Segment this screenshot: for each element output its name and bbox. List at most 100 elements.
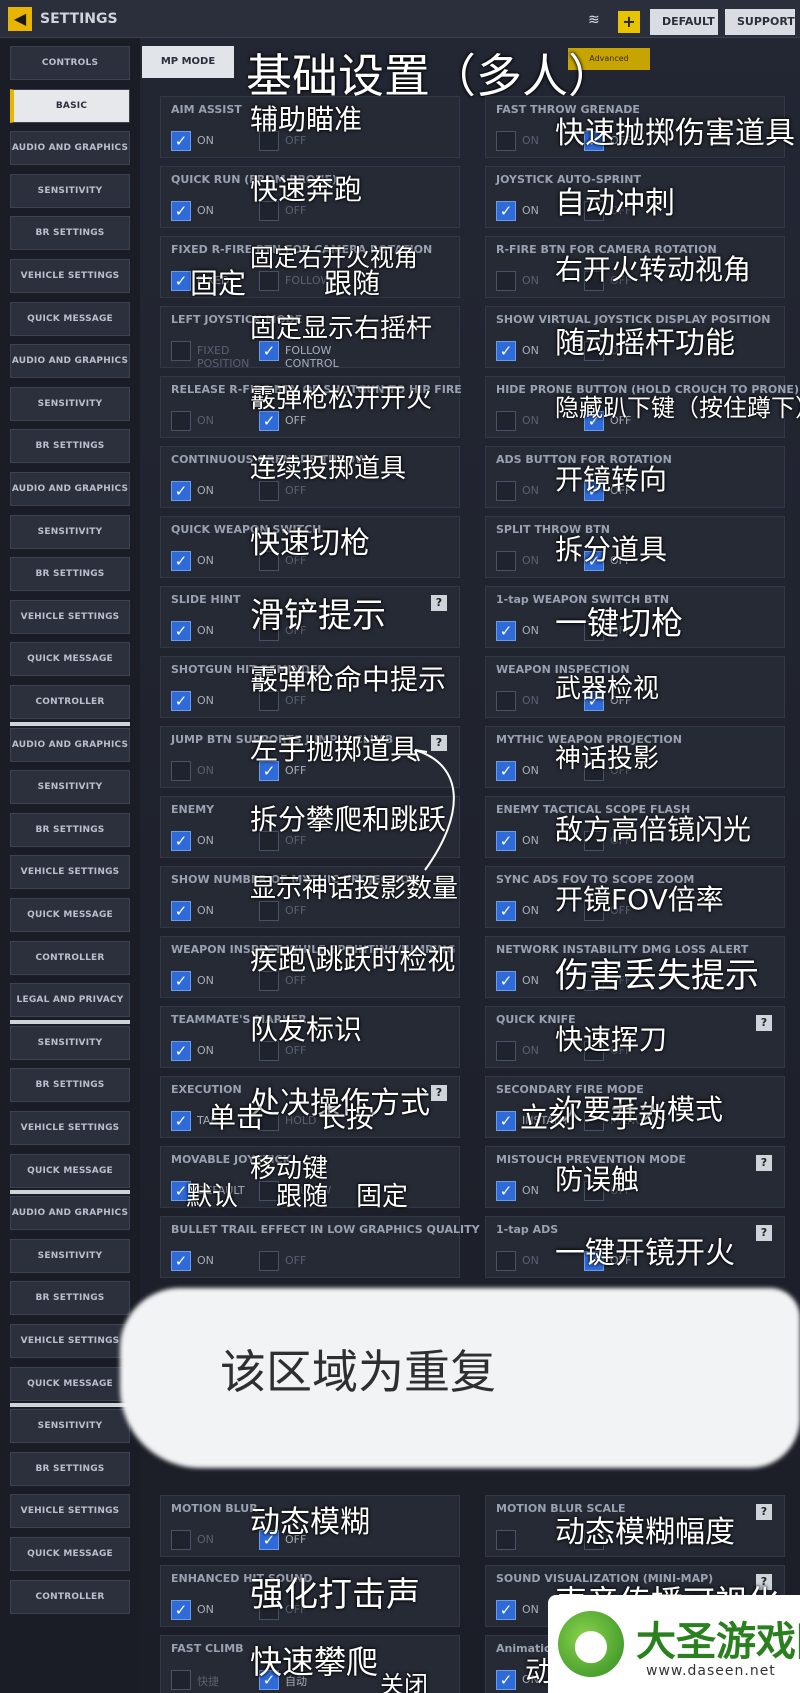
sidebar-item[interactable]: BR SETTINGS [10,1281,130,1316]
sidebar-item[interactable]: BR SETTINGS [10,812,130,847]
checkbox[interactable] [496,131,516,151]
sidebar-item[interactable]: QUICK MESSAGE [10,1366,130,1401]
sidebar-item[interactable]: AUDIO AND GRAPHICS [10,131,130,166]
help-icon[interactable]: ? [431,595,447,611]
checkbox[interactable]: ✓ [171,481,191,501]
sidebar-item[interactable]: QUICK MESSAGE [10,898,130,932]
checkbox[interactable]: ✓ [496,341,516,361]
sidebar-item[interactable]: SENSITIVITY [10,1409,130,1444]
checkbox[interactable] [496,1251,516,1271]
sidebar-item[interactable]: AUDIO AND GRAPHICS [10,1196,130,1231]
sidebar-item[interactable]: BR SETTINGS [10,1068,130,1103]
sidebar-item[interactable]: LEGAL AND PRIVACY [10,983,130,1018]
checkbox[interactable] [259,1251,279,1271]
checkbox[interactable] [496,691,516,711]
checkbox[interactable]: ✓ [171,201,191,221]
default-button[interactable]: DEFAULT [650,9,718,35]
checkbox[interactable] [496,1041,516,1061]
sidebar-item[interactable]: QUICK MESSAGE [10,1153,130,1188]
setting-title: FAST CLIMB [171,1642,244,1655]
checkbox[interactable] [171,341,191,361]
sidebar-item[interactable]: SENSITIVITY [10,173,130,208]
checkbox[interactable]: ✓ [171,971,191,991]
checkbox[interactable]: ✓ [171,271,191,291]
sidebar-item[interactable]: BR SETTINGS [10,216,130,251]
option-label: ON [522,414,539,427]
checkbox[interactable]: ✓ [171,1111,191,1131]
checkbox[interactable]: ✓ [496,831,516,851]
sidebar-item[interactable]: BR SETTINGS [10,429,130,464]
sidebar-item[interactable]: VEHICLE SETTINGS [10,855,130,890]
option-annotation: 立刻 [520,1101,577,1134]
checkbox[interactable] [171,761,191,781]
checkbox[interactable]: ✓ [496,1670,516,1690]
sidebar-item[interactable]: VEHICLE SETTINGS [10,1494,130,1529]
sidebar-item[interactable]: VEHICLE SETTINGS [10,259,130,293]
checkbox[interactable] [496,1530,516,1550]
checkbox[interactable] [496,551,516,571]
option-label: ON [522,764,539,777]
sidebar-item[interactable]: SENSITIVITY [10,1025,130,1060]
checkbox[interactable] [496,271,516,291]
option-annotation: 长按 [318,1101,375,1134]
checkbox[interactable]: ✓ [171,551,191,571]
checkbox[interactable]: ✓ [171,1251,191,1271]
checkbox[interactable]: ✓ [496,971,516,991]
help-icon[interactable]: ? [431,1085,447,1101]
sidebar-item[interactable]: VEHICLE SETTINGS [10,1324,130,1358]
option-second[interactable]: OFF [259,1249,359,1273]
sidebar-item[interactable]: BR SETTINGS [10,557,130,592]
sidebar-item[interactable]: AUDIO AND GRAPHICS [10,344,130,379]
sidebar-item[interactable]: CONTROLLER [10,1579,130,1614]
checkbox[interactable]: ✓ [171,131,191,151]
help-icon[interactable]: ? [756,1225,772,1241]
checkbox[interactable]: ✓ [171,691,191,711]
sidebar-item[interactable]: SENSITIVITY [10,386,130,421]
sidebar-item[interactable]: CONTROLLER [10,940,130,975]
checkbox[interactable]: ✓ [496,901,516,921]
checkbox[interactable] [496,411,516,431]
checkbox[interactable]: ✓ [171,1600,191,1620]
checkbox[interactable]: ✓ [171,831,191,851]
checkbox[interactable]: ✓ [171,621,191,641]
sidebar-item[interactable]: VEHICLE SETTINGS [10,1111,130,1145]
checkbox[interactable] [171,1530,191,1550]
support-button[interactable]: SUPPORT [725,9,795,35]
sidebar-item[interactable]: CONTROLS [10,46,130,80]
checkbox[interactable]: ✓ [171,1041,191,1061]
sidebar-item[interactable]: VEHICLE SETTINGS [10,599,130,634]
checkbox[interactable] [171,411,191,431]
sidebar-item[interactable]: QUICK MESSAGE [10,1537,130,1571]
help-icon[interactable]: ? [756,1155,772,1171]
tab-mp-mode[interactable]: MP MODE [142,46,234,78]
annotation-label: 快速切枪 [250,526,370,561]
option-first[interactable]: ✓ ON [171,1249,271,1273]
checkbox[interactable] [259,271,279,291]
checkbox[interactable] [171,1670,191,1690]
sidebar-item[interactable]: SENSITIVITY [10,514,130,549]
help-icon[interactable]: ? [756,1015,772,1031]
checkbox[interactable] [496,481,516,501]
sidebar-item[interactable]: CONTROLLER [10,685,130,719]
sidebar-item[interactable]: QUICK MESSAGE [10,301,130,336]
checkbox[interactable]: ✓ [496,1111,516,1131]
back-arrow-icon[interactable]: ◀ [8,7,32,31]
checkbox[interactable]: ✓ [496,1181,516,1201]
setting-title: MOTION BLUR [171,1502,258,1515]
add-button[interactable]: + [618,11,640,33]
checkbox[interactable]: ✓ [496,761,516,781]
sidebar-item[interactable]: SENSITIVITY [10,1238,130,1273]
help-icon[interactable]: ? [756,1504,772,1520]
curved-arrow-annotation [414,749,455,871]
sidebar-item[interactable]: BASIC [10,88,130,123]
option-label: ON [197,134,214,147]
sidebar-item[interactable]: SENSITIVITY [10,770,130,805]
checkbox[interactable]: ✓ [496,1600,516,1620]
sidebar-item[interactable]: QUICK MESSAGE [10,642,130,677]
sidebar-item[interactable]: BR SETTINGS [10,1451,130,1486]
checkbox[interactable]: ✓ [496,201,516,221]
checkbox[interactable]: ✓ [496,621,516,641]
sidebar-item[interactable]: AUDIO AND GRAPHICS [10,472,130,506]
sidebar-item[interactable]: AUDIO AND GRAPHICS [10,727,130,762]
checkbox[interactable]: ✓ [171,901,191,921]
